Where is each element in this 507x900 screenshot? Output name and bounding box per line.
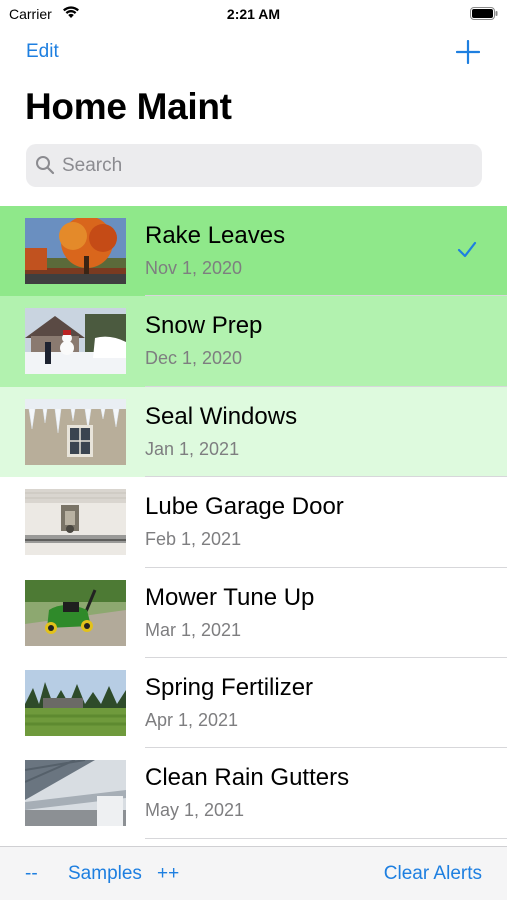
list-item[interactable]: Lube Garage Door Feb 1, 2021 (0, 477, 507, 568)
status-bar: Carrier 2:21 AM (0, 0, 507, 30)
list-item[interactable]: Seal Windows Jan 1, 2021 (0, 386, 507, 478)
item-date: Apr 1, 2021 (145, 709, 239, 730)
item-date: Feb 1, 2021 (145, 529, 242, 550)
rain-gutter-thumbnail (25, 760, 126, 827)
item-title: Clean Rain Gutters (145, 764, 350, 792)
item-date: Nov 1, 2020 (145, 258, 243, 278)
item-title: Seal Windows (145, 402, 298, 430)
item-date: Mar 1, 2021 (145, 619, 242, 640)
list-item[interactable]: Rake Leaves Nov 1, 2020 (0, 206, 507, 297)
battery-icon (470, 7, 498, 20)
item-date: Dec 1, 2020 (145, 348, 243, 369)
page-title: Home Maint (25, 86, 232, 127)
item-date: Jan 1, 2021 (145, 438, 240, 459)
bottom-toolbar: -- Samples ++ Clear Alerts (0, 846, 507, 900)
search-icon (36, 156, 55, 175)
increase-samples-button[interactable]: ++ (157, 863, 179, 885)
checkmark-icon (457, 241, 477, 258)
clear-alerts-button[interactable]: Clear Alerts (384, 863, 482, 885)
autumn-tree-thumbnail (25, 218, 126, 284)
decrease-samples-button[interactable]: -- (25, 863, 38, 885)
green-lawn-thumbnail (25, 669, 126, 736)
item-date: May 1, 2021 (145, 800, 245, 821)
edit-button[interactable]: Edit (26, 41, 59, 63)
icicle-window-thumbnail (25, 398, 126, 465)
list-item[interactable]: Clean Rain Gutters May 1, 2021 (0, 748, 507, 839)
row-divider (145, 837, 507, 839)
task-list: Rake Leaves Nov 1, 2020 Snow Prep Dec 1,… (0, 206, 507, 839)
item-title: Snow Prep (145, 312, 263, 340)
item-title: Rake Leaves (145, 222, 286, 249)
plus-icon[interactable] (456, 40, 480, 64)
clock: 2:21 AM (226, 6, 281, 22)
samples-button[interactable]: Samples (68, 863, 142, 885)
search-bar[interactable] (26, 144, 482, 187)
item-title: Lube Garage Door (145, 493, 344, 521)
list-item[interactable]: Spring Fertilizer Apr 1, 2021 (0, 657, 507, 749)
garage-door-thumbnail (25, 489, 126, 556)
snow-scene-thumbnail (25, 308, 126, 375)
lawn-mower-thumbnail (25, 579, 126, 646)
search-input[interactable] (62, 144, 472, 187)
list-item[interactable]: Mower Tune Up Mar 1, 2021 (0, 567, 507, 658)
item-title: Mower Tune Up (145, 583, 315, 611)
list-item[interactable]: Snow Prep Dec 1, 2020 (0, 296, 507, 387)
item-title: Spring Fertilizer (145, 673, 314, 701)
